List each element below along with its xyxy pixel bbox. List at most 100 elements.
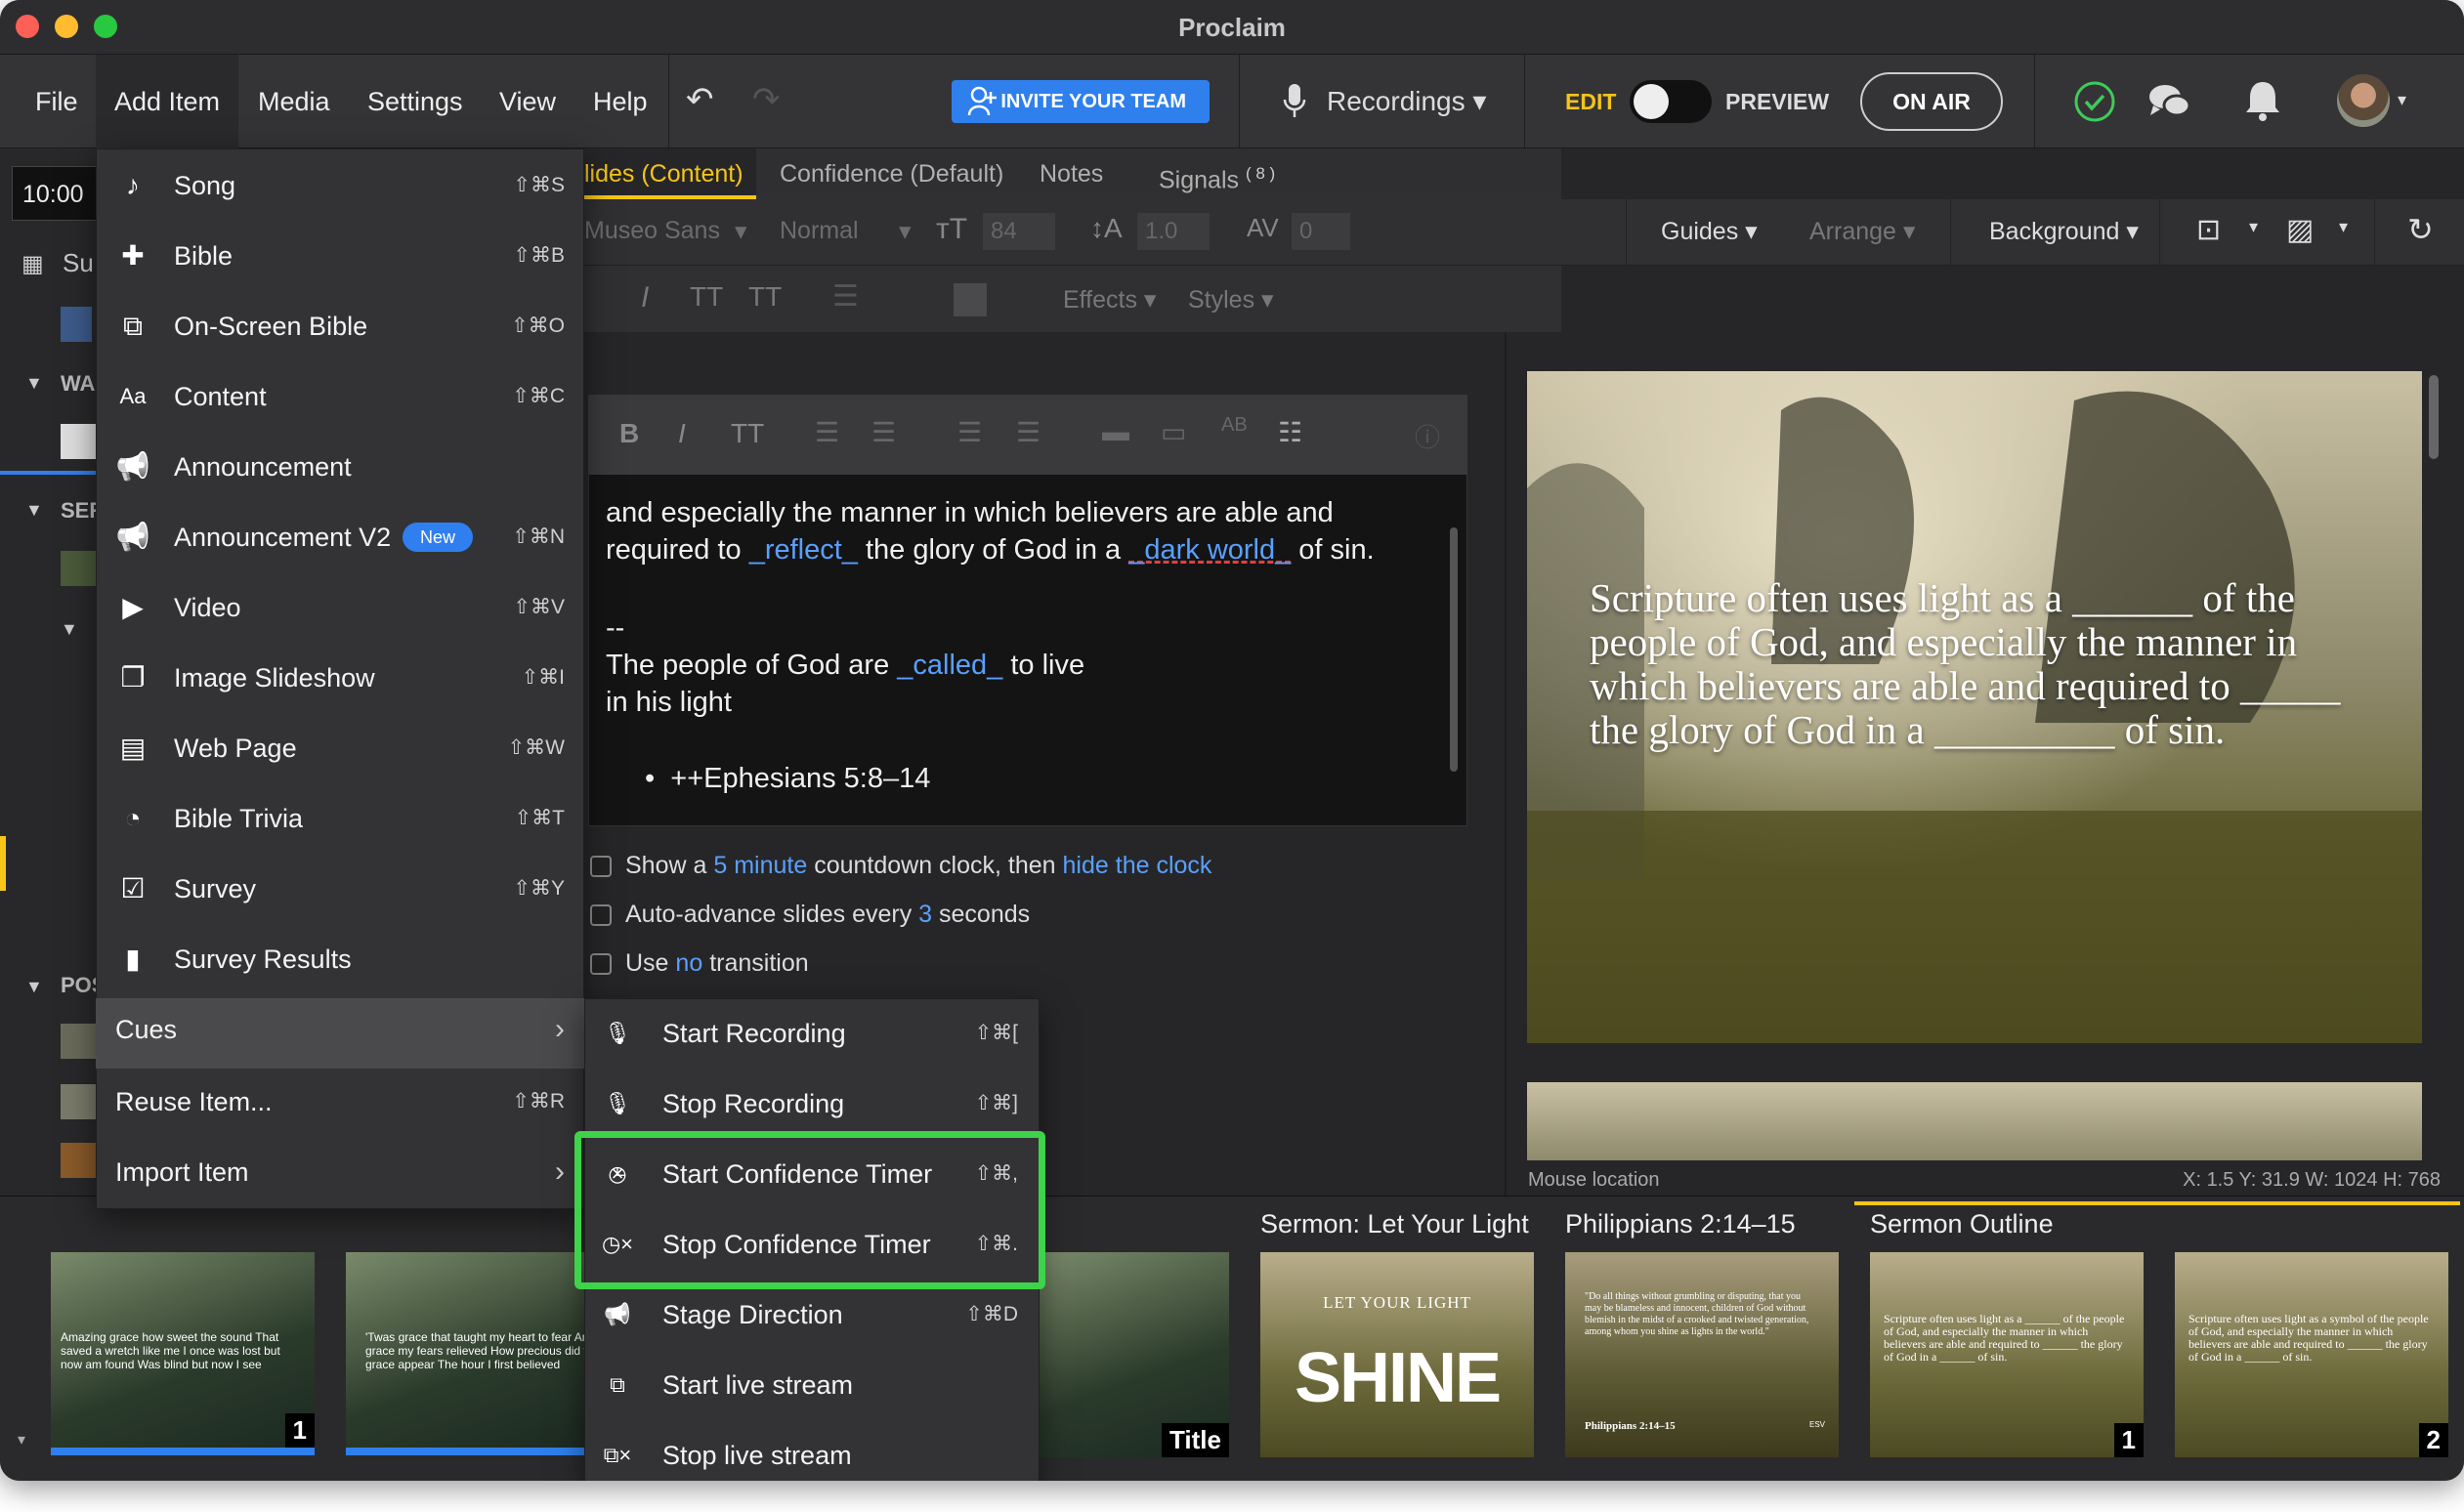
chat-icon[interactable] bbox=[2147, 80, 2192, 123]
menu-help[interactable]: Help bbox=[593, 55, 648, 148]
outdent-icon[interactable]: ☰ bbox=[957, 416, 982, 448]
font-family-select[interactable]: Museo Sans bbox=[584, 217, 720, 245]
menu-item-bible-trivia[interactable]: ◔ Bible Trivia ⇧⌘T bbox=[96, 783, 584, 854]
menu-item-reuse-item[interactable]: Reuse Item... ⇧⌘R bbox=[96, 1067, 584, 1137]
font-size-input[interactable]: 84 bbox=[983, 213, 1055, 250]
countdown-duration-link[interactable]: 5 minute bbox=[713, 852, 807, 879]
cue-item-stage-direction[interactable]: 📢 Stage Direction ⇧⌘D bbox=[584, 1280, 1040, 1350]
align-icon[interactable]: ☰ bbox=[832, 279, 859, 314]
collapse-caret-icon[interactable]: ▼ bbox=[61, 619, 78, 640]
slide-thumbnail[interactable]: Amazing grace how sweet the sound That s… bbox=[51, 1252, 315, 1448]
slide-thumbnail[interactable]: Title bbox=[1040, 1252, 1229, 1457]
font-dropdown-icon[interactable]: ▾ bbox=[735, 217, 747, 246]
service-item-thumb[interactable] bbox=[61, 1084, 96, 1119]
service-item-thumb[interactable] bbox=[61, 1143, 96, 1178]
redo-icon[interactable]: ↷ bbox=[752, 80, 781, 119]
text-size-icon[interactable]: TT bbox=[731, 418, 764, 449]
menu-view[interactable]: View bbox=[499, 55, 556, 148]
menu-file[interactable]: File bbox=[35, 55, 78, 148]
letter-spacing-input[interactable]: 0 bbox=[1292, 213, 1350, 250]
hide-clock-link[interactable]: hide the clock bbox=[1063, 852, 1212, 879]
numbered-list-icon[interactable]: ☰ bbox=[871, 416, 896, 448]
menu-media[interactable]: Media bbox=[258, 55, 330, 148]
recordings-dropdown[interactable]: Recordings ▾ bbox=[1327, 55, 1486, 148]
menu-item-song[interactable]: ♪ Song ⇧⌘S bbox=[96, 150, 584, 221]
menu-item-survey-results[interactable]: ▮ Survey Results bbox=[96, 924, 584, 994]
cue-item-start-live-stream[interactable]: ⧉ Start live stream bbox=[584, 1350, 1040, 1420]
textbox-insert-icon[interactable]: ⊡ bbox=[2196, 213, 2221, 247]
menu-item-announcement[interactable]: 📢 Announcement bbox=[96, 432, 584, 502]
transition-link[interactable]: no bbox=[675, 949, 702, 977]
reveal-text-icon[interactable]: AB bbox=[1221, 414, 1248, 437]
effects-dropdown[interactable]: Effects ▾ bbox=[1063, 285, 1156, 315]
status-ok-icon[interactable] bbox=[2073, 80, 2116, 123]
countdown-checkbox[interactable] bbox=[590, 856, 612, 878]
avatar-dropdown-icon[interactable]: ▾ bbox=[2398, 90, 2406, 110]
blank-insert-icon[interactable]: ▬ bbox=[1102, 416, 1129, 447]
cue-item-stop-recording[interactable]: 🎙× Stop Recording ⇧⌘] bbox=[584, 1069, 1040, 1186]
slide-thumbnail[interactable]: "Do all things without grumbling or disp… bbox=[1565, 1252, 1839, 1457]
slide-thumbnail[interactable]: LET YOUR LIGHT SHINE bbox=[1260, 1252, 1534, 1457]
collapse-caret-icon[interactable]: ▼ bbox=[25, 500, 43, 521]
tab-confidence[interactable]: Confidence (Default) bbox=[780, 148, 1003, 199]
menu-item-image-slideshow[interactable]: ❐ Image Slideshow ⇧⌘I bbox=[96, 643, 584, 713]
tab-slides-content[interactable]: lides (Content) bbox=[584, 148, 756, 199]
font-weight-select[interactable]: Normal bbox=[780, 217, 859, 245]
guides-dropdown[interactable]: Guides ▾ bbox=[1661, 217, 1758, 246]
tab-signals[interactable]: Signals ( 8 ) bbox=[1159, 148, 1275, 199]
menu-settings[interactable]: Settings bbox=[367, 55, 463, 148]
auto-advance-seconds-link[interactable]: 3 bbox=[918, 901, 932, 928]
slide-thumbnail[interactable]: 'Twas grace that taught my heart to fear… bbox=[346, 1252, 584, 1448]
arrange-dropdown[interactable]: Arrange ▾ bbox=[1809, 217, 1915, 246]
slide-thumbnail[interactable]: Scripture often uses light as a symbol o… bbox=[2175, 1252, 2448, 1457]
split-slide-icon[interactable]: ☷ bbox=[1278, 416, 1302, 448]
menu-item-content[interactable]: Aa Content ⇧⌘C bbox=[96, 361, 584, 432]
line-height-input[interactable]: 1.0 bbox=[1137, 213, 1210, 250]
menu-item-video[interactable]: ▶ Video ⇧⌘V bbox=[96, 572, 584, 643]
menu-item-bible[interactable]: ✚ Bible ⇧⌘B bbox=[96, 221, 584, 291]
next-slide-preview[interactable] bbox=[1527, 1082, 2422, 1160]
weight-dropdown-icon[interactable]: ▾ bbox=[899, 217, 912, 246]
menu-item-import-item[interactable]: Import Item › bbox=[96, 1137, 584, 1207]
menu-item-on-screen-bible[interactable]: ⧉ On-Screen Bible ⇧⌘O bbox=[96, 291, 584, 361]
collapse-caret-icon[interactable]: ▼ bbox=[25, 977, 43, 997]
undo-icon[interactable]: ↶ bbox=[686, 80, 714, 119]
italic-icon[interactable]: I bbox=[641, 281, 649, 315]
edit-preview-toggle[interactable] bbox=[1630, 80, 1712, 123]
on-air-button[interactable]: ON AIR bbox=[1860, 72, 2003, 131]
italic-icon[interactable]: I bbox=[678, 418, 686, 449]
menu-item-survey[interactable]: ☑ Survey ⇧⌘Y bbox=[96, 854, 584, 924]
auto-advance-checkbox[interactable] bbox=[590, 904, 612, 927]
image-insert-icon[interactable]: ▨ bbox=[2286, 213, 2314, 247]
menu-item-cues[interactable]: Cues › bbox=[96, 994, 584, 1065]
menu-item-web-page[interactable]: ▤ Web Page ⇧⌘W bbox=[96, 713, 584, 783]
cue-item-start-recording[interactable]: 🎙 Start Recording ⇧⌘[ bbox=[584, 998, 1040, 1069]
transition-checkbox[interactable] bbox=[590, 953, 612, 976]
bold-icon[interactable]: B bbox=[619, 418, 639, 449]
collapse-caret-icon[interactable]: ▼ bbox=[25, 373, 43, 394]
color-swatch[interactable] bbox=[954, 283, 987, 316]
notification-bell-icon[interactable] bbox=[2243, 78, 2282, 123]
text-case-icon[interactable]: TT bbox=[690, 281, 723, 313]
service-item-thumb[interactable] bbox=[61, 307, 92, 342]
info-icon[interactable]: ⓘ bbox=[1415, 418, 1440, 454]
menu-add-item[interactable]: Add Item bbox=[96, 55, 238, 148]
all-caps-icon[interactable]: TT bbox=[748, 281, 782, 313]
tab-notes[interactable]: Notes bbox=[1040, 148, 1103, 199]
service-item-thumb[interactable] bbox=[61, 551, 96, 586]
background-dropdown[interactable]: Background ▾ bbox=[1989, 217, 2139, 246]
service-item-thumb[interactable] bbox=[61, 1024, 96, 1059]
service-time[interactable]: 10:00 bbox=[12, 166, 98, 221]
textbox-dropdown-icon[interactable]: ▾ bbox=[2249, 217, 2258, 237]
preview-scrollbar[interactable] bbox=[2429, 375, 2439, 459]
indent-icon[interactable]: ☰ bbox=[1016, 416, 1041, 448]
styles-dropdown[interactable]: Styles ▾ bbox=[1188, 285, 1274, 315]
slide-preview[interactable]: Scripture often uses light as a ______ o… bbox=[1527, 371, 2422, 1043]
reset-icon[interactable]: ↻ bbox=[2407, 211, 2434, 248]
editor-scrollbar[interactable] bbox=[1450, 527, 1458, 772]
menu-item-announcement-v2[interactable]: 📢 Announcement V2 New ⇧⌘N bbox=[96, 502, 584, 572]
user-avatar[interactable] bbox=[2337, 74, 2390, 127]
service-item-thumb[interactable] bbox=[61, 424, 96, 459]
cue-item-stop-live-stream[interactable]: ⧉× Stop live stream bbox=[584, 1420, 1040, 1481]
image-dropdown-icon[interactable]: ▾ bbox=[2339, 217, 2348, 237]
